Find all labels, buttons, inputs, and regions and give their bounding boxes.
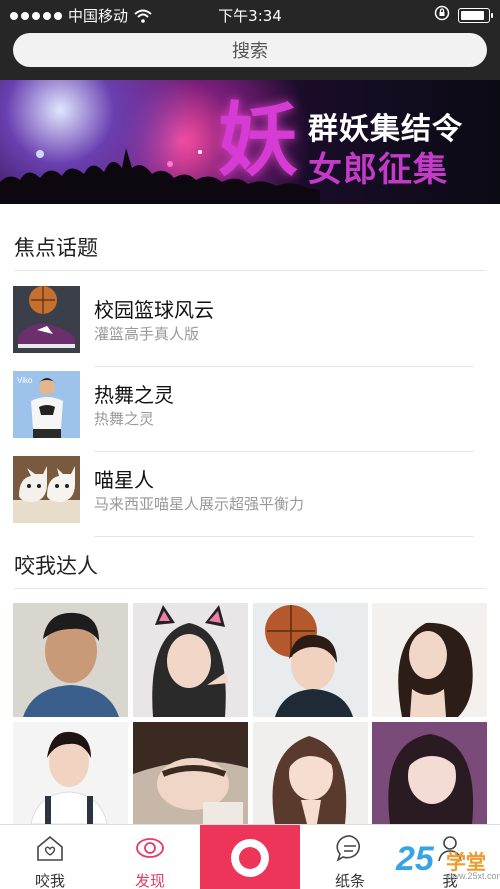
expert-photo[interactable] [253,722,368,824]
tab-label: 咬我 [34,872,65,889]
kittens-photo [13,456,80,523]
topic-title: 校园篮球风云 [94,298,214,322]
promo-banner[interactable]: 妖 群妖集结令 女郎征集 [0,80,500,204]
status-bar: 中国移动 下午3:34 [0,0,500,28]
expert-photo[interactable] [133,722,248,824]
tab-discover[interactable]: 发现 [100,825,200,889]
rotation-lock-icon [434,5,450,25]
site-watermark: 25 学堂 www.25xt.com [396,840,500,889]
svg-text:Viko: Viko [17,376,33,385]
record-icon [231,839,269,877]
topic-title: 热舞之灵 [94,383,174,407]
search-input[interactable]: 搜索 [13,33,487,67]
topic-subtitle: 灌篮高手真人版 [94,325,200,343]
sneaker-photo [13,286,80,353]
eye-icon [136,838,164,858]
topic-divider [94,536,474,537]
tab-label: 发现 [134,872,165,889]
expert-photo[interactable] [13,603,128,717]
topic-subtitle: 马来西亚喵星人展示超强平衡力 [94,495,305,513]
expert-photo[interactable] [253,603,368,717]
topic-item-basketball[interactable]: 校园篮球风云 灌篮高手真人版 [0,286,500,372]
expert-photo[interactable] [133,603,248,717]
top-header: 中国移动 下午3:34 搜索 [0,0,500,80]
dancer-photo: Viko [13,371,80,438]
chat-bubble-icon [336,835,360,862]
status-right [434,5,493,25]
expert-photo[interactable] [372,722,487,824]
topic-title: 喵星人 [94,468,154,492]
banner-big-char: 妖 [218,93,298,187]
focus-section-title: 焦点话题 [14,236,98,260]
banner-subheadline: 女郎征集 [308,150,448,190]
record-button[interactable] [200,825,300,889]
expert-photo[interactable] [13,722,128,824]
experts-section-title: 咬我达人 [14,554,98,578]
topic-divider [94,451,474,452]
expert-photo[interactable] [372,603,487,717]
battery-fill [461,10,484,20]
section-divider [14,270,486,271]
search-placeholder: 搜索 [232,41,268,62]
section-divider [14,588,486,589]
status-time: 下午3:34 [218,7,282,25]
tab-home[interactable]: 咬我 [0,825,100,889]
tab-notes[interactable]: 纸条 [300,825,400,889]
tab-label: 纸条 [334,872,365,889]
topic-divider [94,366,474,367]
topic-subtitle: 热舞之灵 [94,410,155,428]
watermark-url: www.25xt.com [446,871,500,881]
battery-icon [458,7,493,23]
watermark-number: 25 [396,840,434,878]
home-icon [37,835,63,861]
topic-item-dance[interactable]: Viko 热舞之灵 热舞之灵 [0,371,500,457]
topic-item-cats[interactable]: 喵星人 马来西亚喵星人展示超强平衡力 [0,456,500,542]
